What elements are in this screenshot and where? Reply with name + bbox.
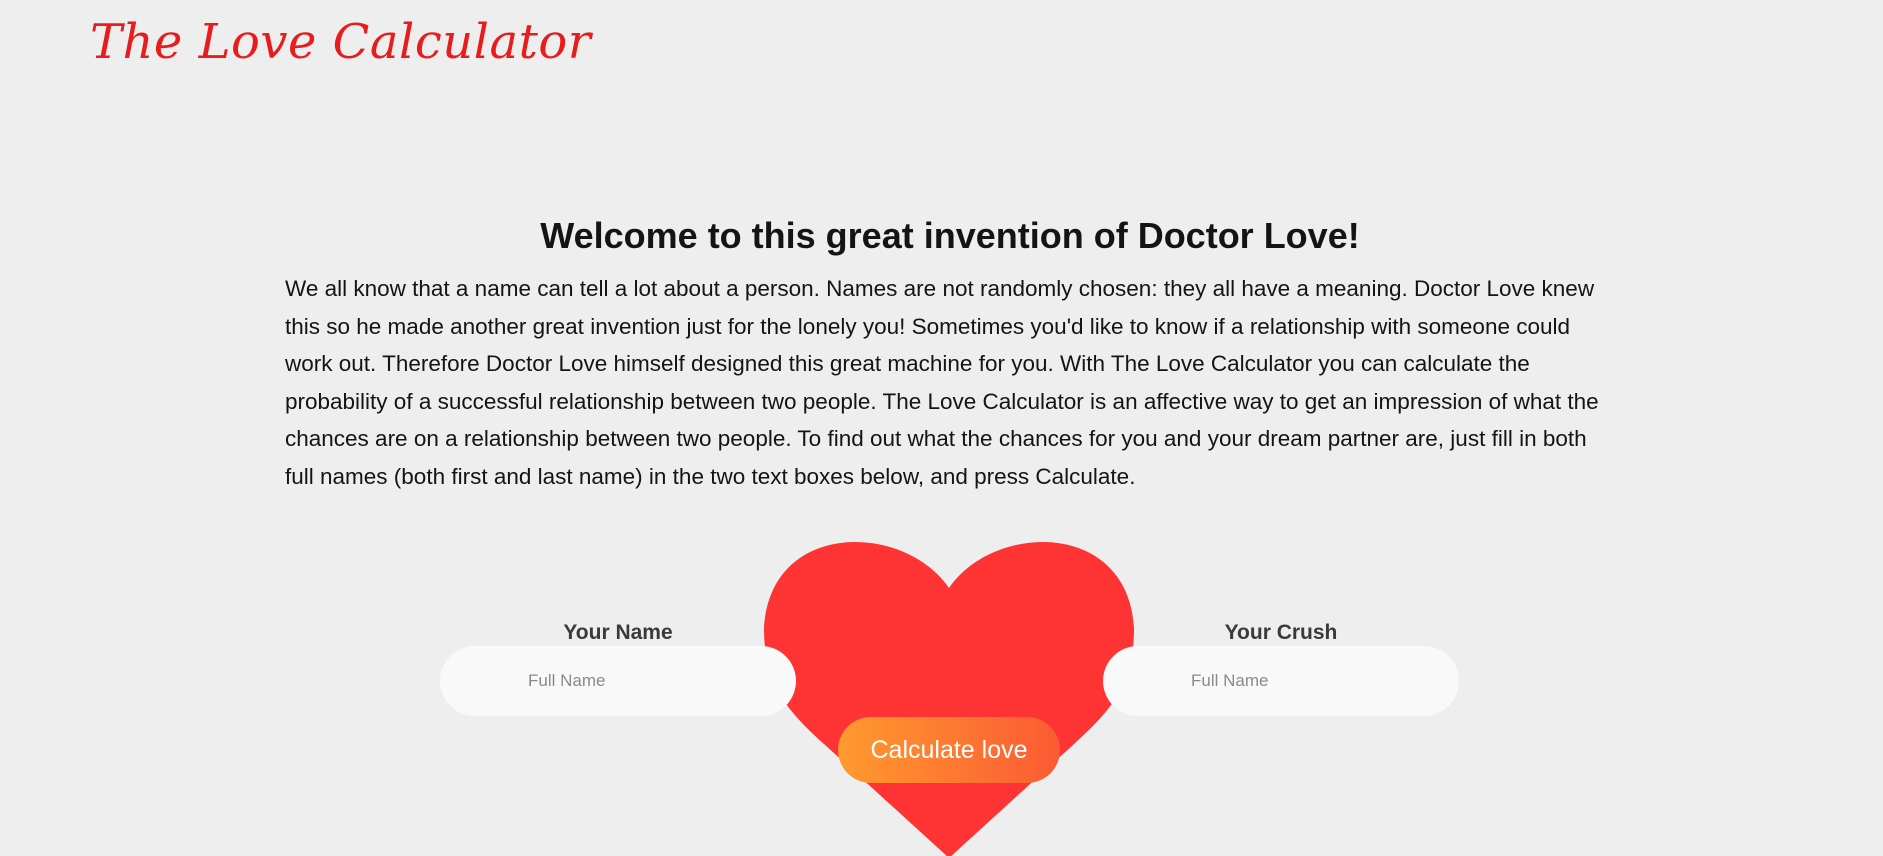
intro-section: Welcome to this great invention of Docto…: [285, 212, 1615, 495]
heart-path: [764, 541, 1134, 856]
page-title: Welcome to this great invention of Docto…: [540, 215, 1360, 256]
your-crush-label: Your Crush: [1224, 621, 1338, 644]
your-name-input[interactable]: [440, 646, 796, 716]
heart-shape: [764, 541, 1134, 856]
your-crush-input[interactable]: [1103, 646, 1459, 716]
your-name-label: Your Name: [563, 621, 673, 644]
calculate-love-button[interactable]: Calculate love: [838, 717, 1060, 783]
site-logo[interactable]: The Love Calculator: [90, 14, 591, 72]
heart-icon: [764, 532, 1134, 856]
intro-paragraph: We all know that a name can tell a lot a…: [285, 276, 1599, 489]
